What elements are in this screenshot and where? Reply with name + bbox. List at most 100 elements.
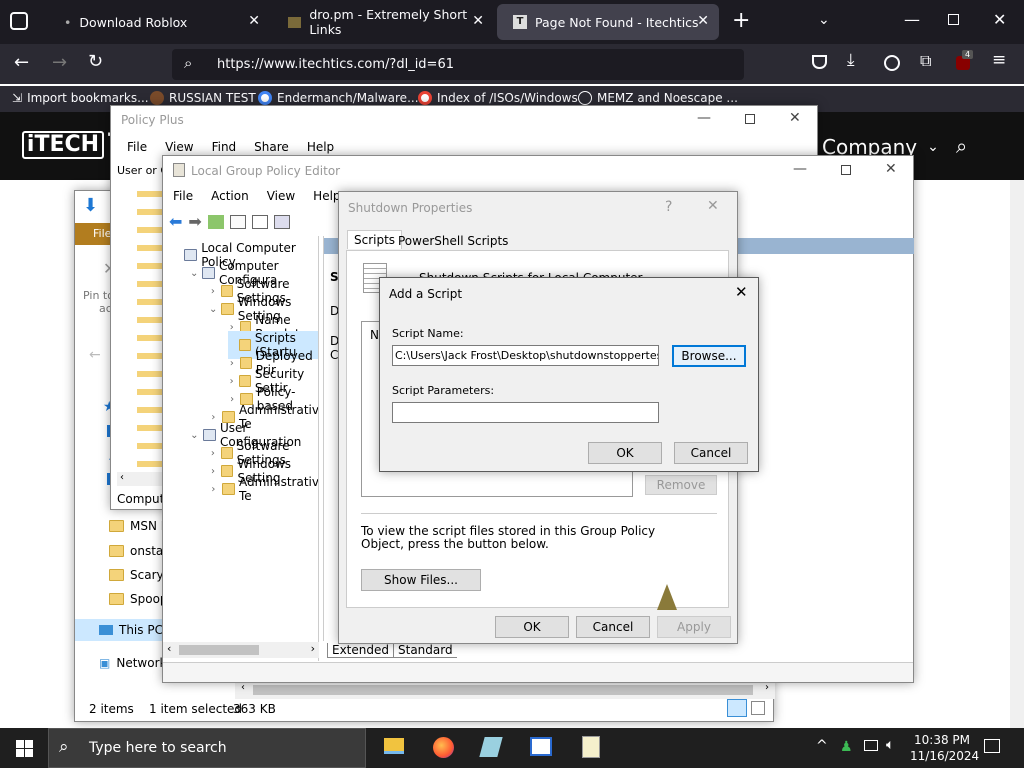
cancel-button[interactable]: Cancel bbox=[576, 616, 650, 638]
minimize-icon[interactable]: — bbox=[793, 161, 807, 177]
notifications-icon[interactable] bbox=[984, 739, 1000, 753]
apply-button[interactable]: Apply bbox=[657, 616, 731, 638]
pocket-icon[interactable] bbox=[812, 55, 827, 69]
tab-download-roblox[interactable]: • Download Roblox ✕ bbox=[48, 4, 270, 40]
chevron-down-icon[interactable]: ⌄ bbox=[209, 304, 217, 315]
menu-help[interactable]: Help bbox=[313, 189, 340, 203]
cancel-button[interactable]: Cancel bbox=[674, 442, 748, 464]
new-tab-button[interactable]: + bbox=[732, 8, 750, 33]
site-logo[interactable]: iTECH bbox=[22, 131, 104, 159]
bookmark-memz[interactable]: MEMZ and Noescape ... bbox=[578, 91, 738, 105]
menu-file[interactable]: File bbox=[127, 140, 147, 154]
export-icon[interactable] bbox=[273, 214, 290, 229]
close-icon[interactable]: ✕ bbox=[735, 283, 748, 301]
back-icon[interactable]: ⬅ bbox=[169, 212, 182, 231]
chevron-right-icon[interactable]: › bbox=[209, 484, 218, 495]
clock-date[interactable]: 11/16/2024 bbox=[910, 749, 979, 763]
account-icon[interactable] bbox=[884, 55, 900, 71]
large-icons-view-icon[interactable] bbox=[751, 701, 765, 715]
menu-help[interactable]: Help bbox=[307, 140, 334, 154]
list-all-tabs-icon[interactable]: ⌄ bbox=[818, 12, 830, 28]
tab-list-icon[interactable] bbox=[10, 12, 28, 30]
show-tree-icon[interactable] bbox=[229, 214, 246, 229]
gpedit-taskbar-icon[interactable] bbox=[530, 737, 552, 756]
tree-item[interactable]: › Administrative Te bbox=[209, 475, 318, 503]
close-icon[interactable]: ✕ bbox=[707, 198, 719, 214]
volume-tray-icon[interactable]: 🔈︎ bbox=[886, 737, 894, 753]
up-folder-icon[interactable] bbox=[207, 214, 224, 229]
bookmark-index-isos[interactable]: Index of /ISOs/Windows bbox=[418, 91, 578, 105]
list-item[interactable]: MSN N bbox=[109, 519, 170, 533]
downloads-icon[interactable]: ⤓ bbox=[847, 50, 855, 70]
tab-dro-pm[interactable]: dro.pm - Extremely Short Links ✕ bbox=[272, 4, 494, 40]
network-tray-icon[interactable] bbox=[864, 740, 878, 751]
scroll-thumb[interactable] bbox=[253, 685, 753, 695]
back-nav-icon[interactable]: ← bbox=[89, 347, 101, 363]
details-view-icon[interactable] bbox=[727, 699, 747, 717]
tab-powershell-scripts[interactable]: PowerShell Scripts bbox=[395, 233, 511, 249]
tab-extended[interactable]: Extended bbox=[327, 643, 394, 658]
menu-action[interactable]: Action bbox=[211, 189, 249, 203]
menu-share[interactable]: Share bbox=[254, 140, 289, 154]
list-item[interactable]: onstar bbox=[109, 544, 168, 558]
maximize-icon[interactable] bbox=[841, 165, 851, 175]
bookmark-import[interactable]: ⇲ Import bookmarks... bbox=[12, 91, 149, 105]
close-tab-icon[interactable]: ✕ bbox=[472, 13, 484, 29]
scroll-right-icon[interactable]: › bbox=[765, 682, 769, 693]
menu-find[interactable]: Find bbox=[212, 140, 237, 154]
remove-button[interactable]: Remove bbox=[645, 475, 717, 495]
bookmark-russian-test[interactable]: RUSSIAN TEST bbox=[150, 91, 256, 105]
user-tray-icon[interactable]: ♟ bbox=[840, 739, 853, 755]
show-files-button[interactable]: Show Files... bbox=[361, 569, 481, 591]
bookmark-endermanch[interactable]: Endermanch/Malware... bbox=[258, 91, 419, 105]
forward-icon[interactable]: ➡ bbox=[188, 212, 201, 231]
minimize-icon[interactable]: — bbox=[904, 10, 920, 29]
help-icon[interactable]: ? bbox=[665, 199, 672, 215]
menu-view[interactable]: View bbox=[267, 189, 295, 203]
ok-button[interactable]: OK bbox=[495, 616, 569, 638]
firefox-taskbar-icon[interactable] bbox=[433, 737, 454, 758]
file-explorer-taskbar-icon[interactable] bbox=[384, 738, 404, 754]
browse-button[interactable]: Browse... bbox=[672, 345, 746, 367]
scroll-thumb[interactable] bbox=[179, 645, 259, 655]
menu-icon[interactable]: ≡ bbox=[992, 50, 1006, 70]
page-scrollbar[interactable] bbox=[1010, 180, 1024, 728]
maximize-icon[interactable] bbox=[745, 114, 755, 124]
chevron-down-icon[interactable]: ⌄ bbox=[190, 430, 199, 441]
notepad-taskbar-icon[interactable] bbox=[582, 736, 600, 758]
horizontal-scrollbar[interactable]: ‹ › bbox=[235, 681, 775, 699]
scroll-left-icon[interactable]: ‹ bbox=[241, 682, 245, 693]
tab-standard[interactable]: Standard bbox=[394, 643, 457, 658]
menu-view[interactable]: View bbox=[165, 140, 193, 154]
properties-icon[interactable] bbox=[251, 214, 268, 229]
close-window-icon[interactable]: ✕ bbox=[993, 10, 1006, 29]
close-icon[interactable]: ✕ bbox=[885, 161, 897, 177]
chevron-down-icon[interactable]: ⌄ bbox=[190, 268, 198, 279]
tree-scrollbar[interactable]: ‹ bbox=[117, 472, 165, 486]
clock-time[interactable]: 10:38 PM bbox=[914, 733, 970, 747]
scroll-left-icon[interactable]: ‹ bbox=[167, 642, 171, 655]
script-name-input[interactable]: C:\Users\Jack Frost\Desktop\shutdownstop… bbox=[392, 345, 659, 366]
nav-this-pc[interactable]: This PC bbox=[75, 619, 165, 641]
tab-scripts[interactable]: Scripts bbox=[347, 230, 403, 249]
show-hidden-icons-icon[interactable]: ^ bbox=[816, 738, 828, 754]
windows-start-icon[interactable] bbox=[16, 740, 33, 757]
menu-file[interactable]: File bbox=[173, 189, 193, 203]
list-item[interactable]: Spoop bbox=[109, 592, 168, 606]
site-search-icon[interactable]: ⌕ bbox=[956, 134, 967, 158]
back-icon[interactable]: ← bbox=[14, 52, 29, 73]
taskbar-search-box[interactable]: ⌕ Type here to search bbox=[48, 728, 366, 768]
quick-access-arrow-icon[interactable]: ⬇ bbox=[83, 195, 98, 216]
tree-hscroll[interactable]: ‹ › bbox=[163, 642, 319, 658]
restore-icon[interactable] bbox=[948, 14, 959, 25]
ribbon-file-tab[interactable]: File bbox=[75, 223, 115, 245]
tab-itechtics[interactable]: T Page Not Found - Itechtics ✕ bbox=[497, 4, 719, 40]
script-parameters-input[interactable] bbox=[392, 402, 659, 423]
url-bar[interactable]: ⌕ https://www.itechtics.com/?dl_id=61 bbox=[172, 49, 744, 80]
app-taskbar-icon[interactable] bbox=[479, 737, 503, 757]
nav-network[interactable]: ▣ Network bbox=[99, 656, 166, 670]
close-icon[interactable]: ✕ bbox=[789, 110, 801, 126]
reload-icon[interactable]: ↻ bbox=[88, 51, 103, 72]
scroll-left-icon[interactable]: ‹ bbox=[120, 472, 124, 483]
scroll-right-icon[interactable]: › bbox=[311, 642, 315, 655]
